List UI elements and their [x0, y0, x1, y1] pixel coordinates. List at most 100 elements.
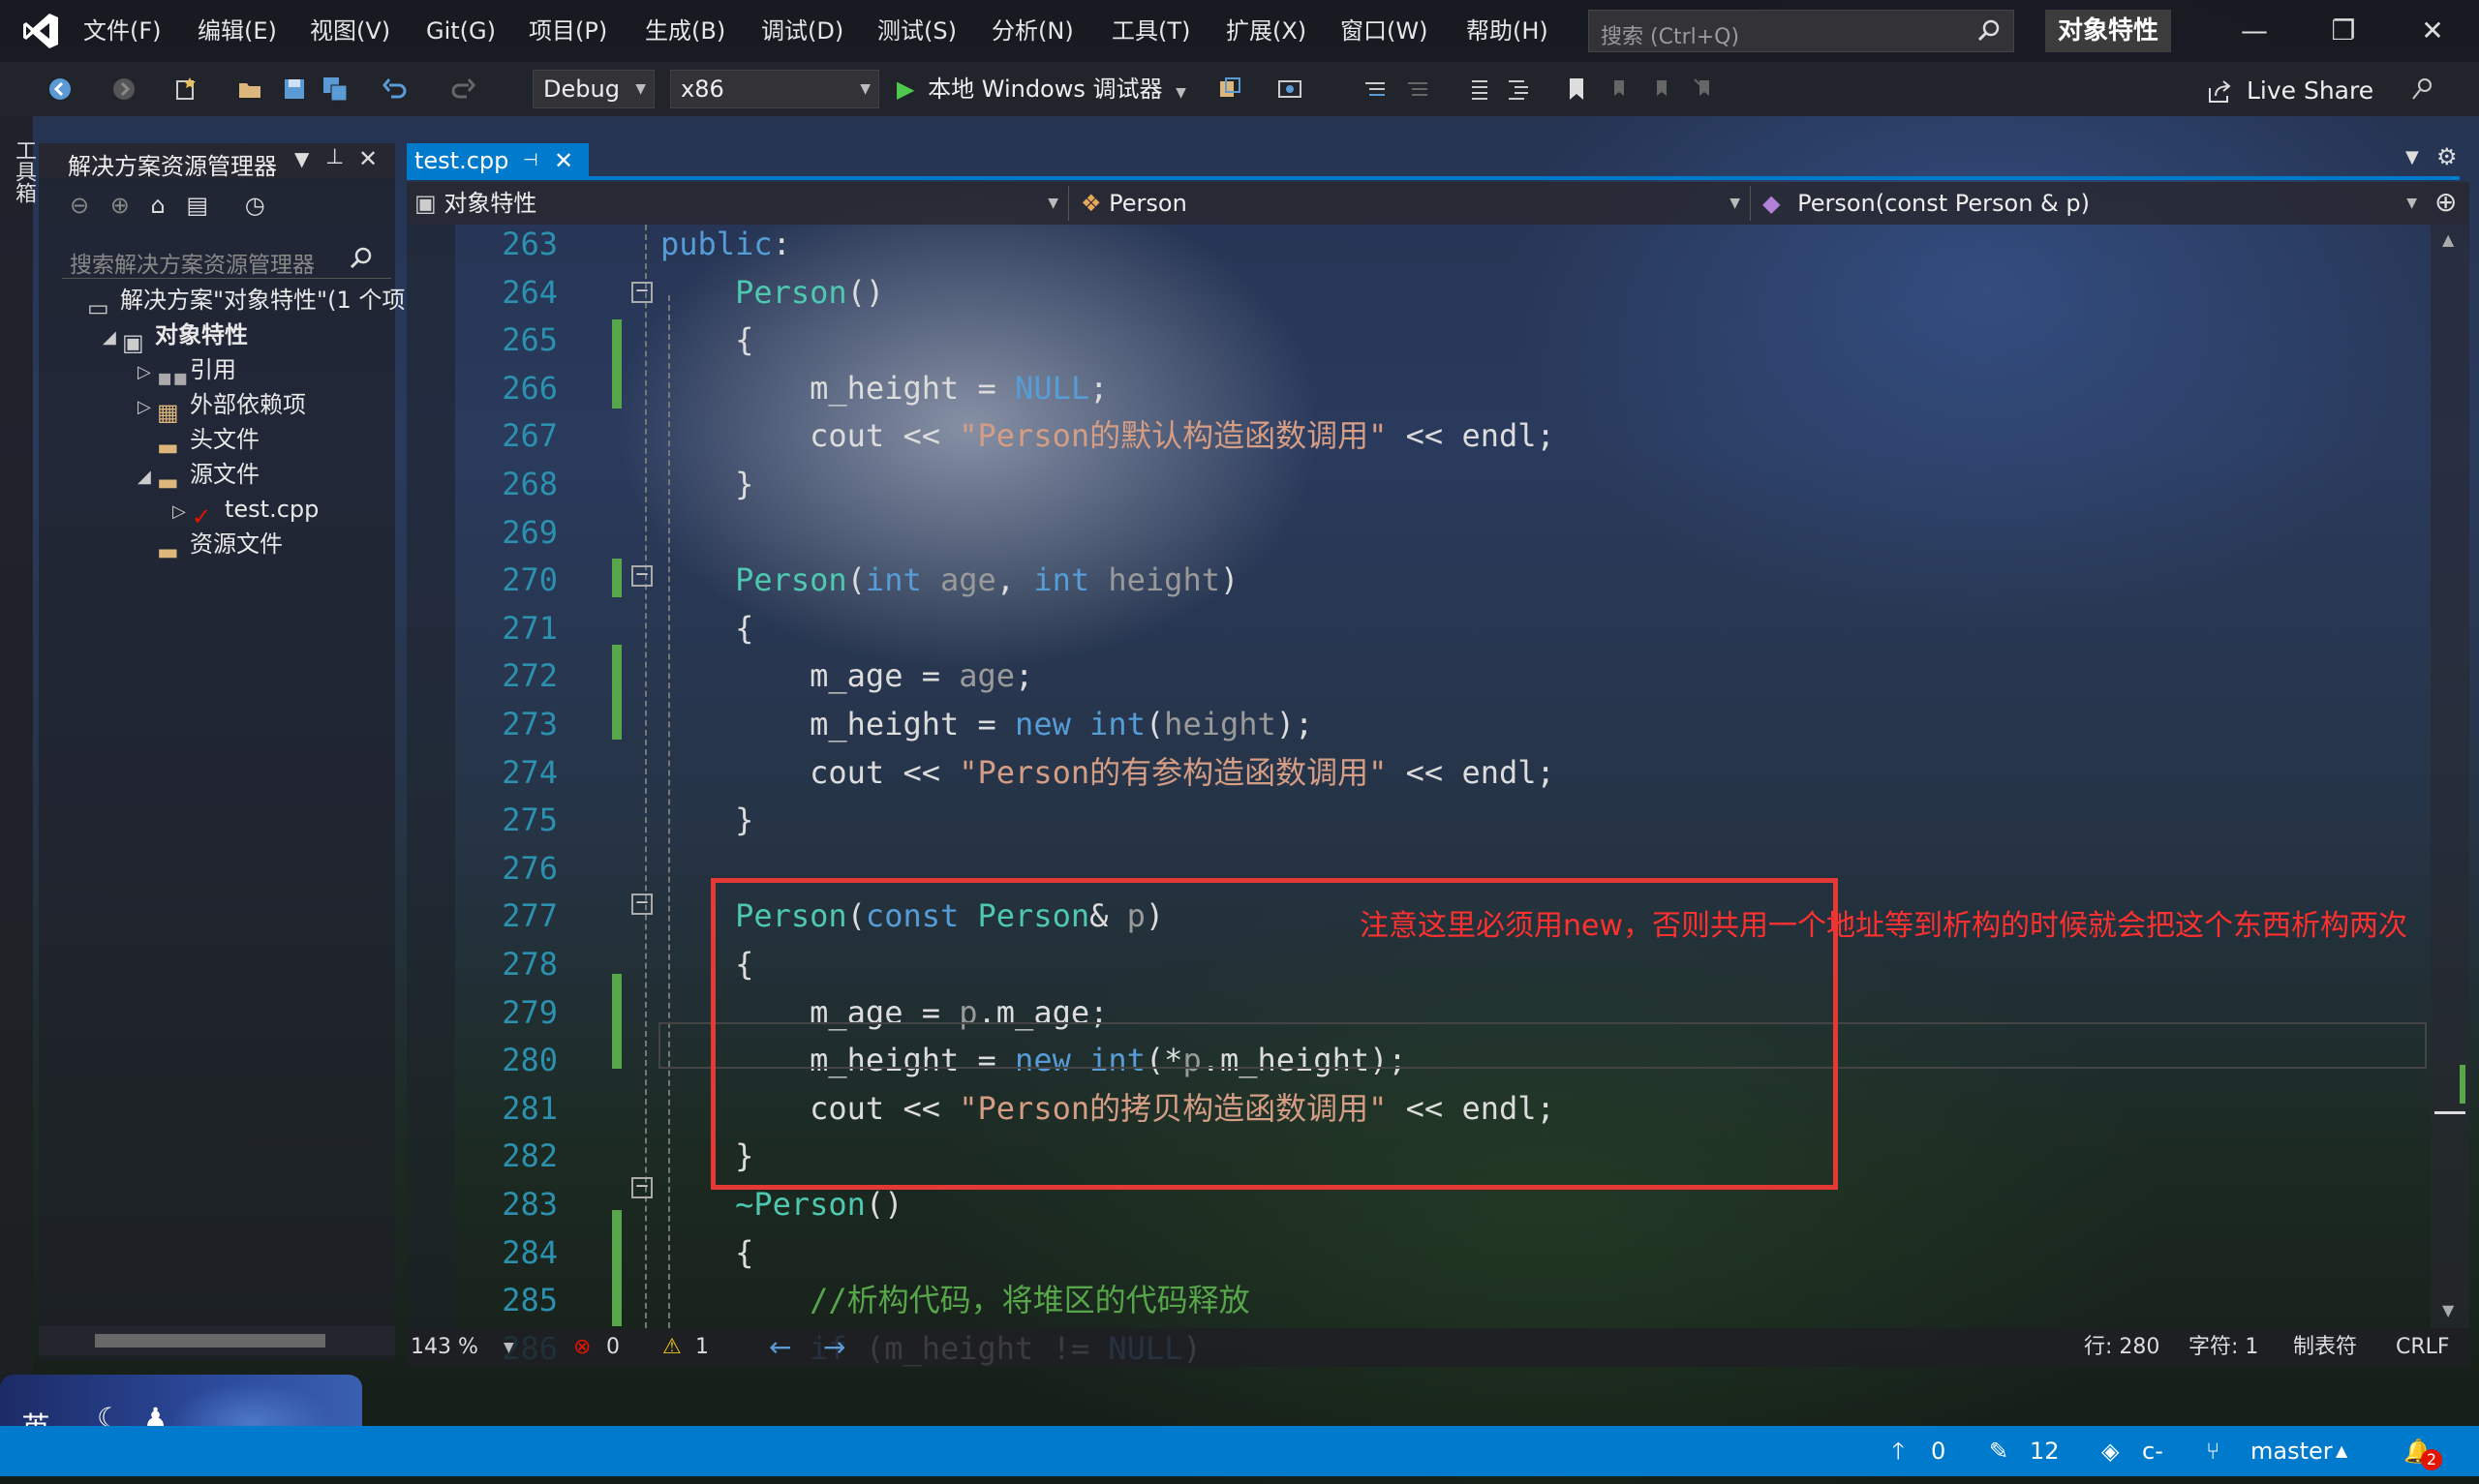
repo-icon[interactable]: ◈: [2101, 1426, 2119, 1476]
solution-explorer-search[interactable]: 搜索解决方案资源管理器: [62, 240, 391, 279]
code-line[interactable]: cout << "Person的默认构造函数调用" << endl;: [660, 412, 1555, 460]
pin-icon[interactable]: ⊥: [325, 145, 344, 169]
expand-arrow-icon[interactable]: ▷: [138, 390, 157, 425]
pencil-icon[interactable]: ✎: [1989, 1426, 2008, 1476]
line-indicator[interactable]: 行: 280: [2084, 1328, 2159, 1367]
restore-button[interactable]: ❐: [2314, 10, 2372, 52]
menu-item[interactable]: 测试(S): [877, 0, 957, 62]
code-line[interactable]: m_height = NULL;: [660, 365, 1108, 412]
open-folder-icon[interactable]: [236, 76, 263, 103]
outdent-icon[interactable]: [1464, 76, 1491, 103]
member-dropdown[interactable]: ◆ Person(const Person & p) ▼: [1759, 186, 2427, 221]
collapse-icon[interactable]: −: [631, 1176, 653, 1198]
step-out-icon[interactable]: [1404, 76, 1431, 103]
save-all-icon[interactable]: [321, 76, 349, 103]
menu-item[interactable]: 工具(T): [1112, 0, 1190, 62]
collapse-icon[interactable]: −: [631, 564, 653, 587]
expand-arrow-icon[interactable]: ▷: [138, 355, 157, 390]
menu-item[interactable]: 项目(P): [529, 0, 607, 62]
notification-badge[interactable]: 2: [2421, 1449, 2442, 1470]
tab-test-cpp[interactable]: test.cpp ⊣ ✕: [407, 143, 589, 178]
char-indicator[interactable]: 字符: 1: [2188, 1328, 2258, 1367]
menu-item[interactable]: 调试(D): [761, 0, 843, 62]
menu-item[interactable]: 文件(F): [83, 0, 162, 62]
collapse-icon[interactable]: −: [631, 281, 653, 303]
code-line[interactable]: }: [660, 461, 753, 508]
menu-item[interactable]: 生成(B): [645, 0, 725, 62]
indent-icon[interactable]: [1505, 76, 1532, 103]
repo-name[interactable]: c-: [2142, 1426, 2163, 1476]
code-line[interactable]: Person(): [660, 269, 884, 317]
menu-item[interactable]: 分析(N): [992, 0, 1074, 62]
panel-dropdown-icon[interactable]: ▼: [294, 147, 309, 170]
warning-icon[interactable]: ⚠: [662, 1328, 682, 1367]
save-icon[interactable]: [281, 76, 308, 103]
redo-icon[interactable]: [449, 76, 476, 103]
code-line[interactable]: {: [660, 1229, 753, 1277]
tree-item[interactable]: ▷ ✓ test.cpp: [172, 492, 319, 530]
previous-bookmark-icon[interactable]: [1606, 76, 1633, 103]
class-dropdown[interactable]: ❖ Person ▼: [1077, 186, 1751, 221]
pin-icon[interactable]: ⊣: [523, 143, 538, 178]
forward-icon[interactable]: ⊕: [110, 192, 130, 219]
code-line[interactable]: public:: [660, 221, 791, 268]
code-line[interactable]: m_height = new int(height);: [660, 701, 1313, 748]
push-count[interactable]: 0: [1931, 1426, 1945, 1476]
navigate-back-icon[interactable]: ←: [769, 1328, 791, 1367]
expand-arrow-icon[interactable]: ▷: [172, 495, 192, 530]
split-editor-icon[interactable]: ⊕: [2434, 186, 2457, 218]
scroll-up-icon[interactable]: ▲: [2442, 230, 2454, 249]
error-icon[interactable]: ⊗: [573, 1328, 591, 1367]
code-line[interactable]: }: [660, 797, 753, 844]
tree-item[interactable]: ▭ 解决方案"对象特性"(1 个项: [68, 283, 405, 321]
forward-icon[interactable]: [110, 76, 138, 103]
search-box[interactable]: 搜索 (Ctrl+Q): [1588, 10, 2014, 52]
chevron-up-icon[interactable]: ▲: [2336, 1426, 2347, 1476]
feedback-icon[interactable]: [2409, 76, 2436, 103]
scroll-down-icon[interactable]: ▼: [2442, 1301, 2454, 1319]
close-tab-icon[interactable]: ✕: [554, 143, 573, 178]
close-panel-icon[interactable]: ✕: [358, 145, 378, 172]
tree-item[interactable]: ◢ ▬ 源文件: [138, 457, 260, 496]
tree-item[interactable]: ▬ 资源文件: [138, 527, 283, 565]
step-over-icon[interactable]: [1362, 76, 1389, 103]
home-icon[interactable]: ⌂: [151, 192, 166, 219]
code-line[interactable]: m_age = age;: [660, 652, 1033, 700]
menu-item[interactable]: 帮助(H): [1466, 0, 1548, 62]
menu-item[interactable]: 编辑(E): [198, 0, 277, 62]
bookmark-icon[interactable]: [1563, 76, 1590, 103]
branch-icon[interactable]: ⑂: [2206, 1426, 2219, 1476]
tree-item[interactable]: ▬ 头文件: [138, 422, 260, 461]
horizontal-scrollbar[interactable]: [39, 1326, 395, 1355]
find-in-files-icon[interactable]: [1216, 76, 1243, 103]
menu-item[interactable]: 视图(V): [310, 0, 390, 62]
undo-icon[interactable]: [382, 76, 409, 103]
project-dropdown[interactable]: ▣ 对象特性 ▼: [411, 186, 1069, 221]
indent-mode[interactable]: 制表符: [2293, 1328, 2357, 1367]
clear-bookmarks-icon[interactable]: [1691, 76, 1718, 103]
expand-arrow-icon[interactable]: ◢: [138, 460, 157, 495]
error-count[interactable]: 0: [606, 1328, 620, 1367]
code-line[interactable]: cout << "Person的有参构造函数调用" << endl;: [660, 749, 1555, 797]
tree-item[interactable]: ▷ ▪▪引用: [138, 352, 236, 391]
zoom-level[interactable]: 143 %: [411, 1328, 478, 1367]
close-button[interactable]: ✕: [2403, 10, 2462, 52]
toolbox-strip[interactable]: 工具箱: [0, 116, 36, 1433]
navigate-forward-icon[interactable]: →: [823, 1328, 845, 1367]
line-ending[interactable]: CRLF: [2396, 1328, 2450, 1367]
tab-list-icon[interactable]: ▼: [2405, 147, 2419, 167]
code-line[interactable]: {: [660, 605, 753, 652]
minimize-button[interactable]: —: [2225, 10, 2283, 52]
switch-views-icon[interactable]: ▤: [186, 192, 208, 219]
visual-studio-logo-icon[interactable]: [21, 12, 60, 50]
arrow-up-icon[interactable]: 🡑: [1892, 1426, 1904, 1476]
code-line[interactable]: Person(int age, int height): [660, 557, 1239, 604]
toolbox-tab[interactable]: 工具箱: [8, 139, 39, 203]
live-share-button[interactable]: Live Share: [2206, 72, 2373, 110]
branch-name[interactable]: master: [2250, 1426, 2333, 1476]
screenshot-icon[interactable]: [1276, 76, 1303, 103]
code-line[interactable]: //析构代码，将堆区的代码释放: [660, 1277, 1250, 1324]
code-line[interactable]: {: [660, 317, 753, 364]
scrollbar-thumb[interactable]: [95, 1334, 325, 1348]
menu-item[interactable]: 扩展(X): [1226, 0, 1306, 62]
